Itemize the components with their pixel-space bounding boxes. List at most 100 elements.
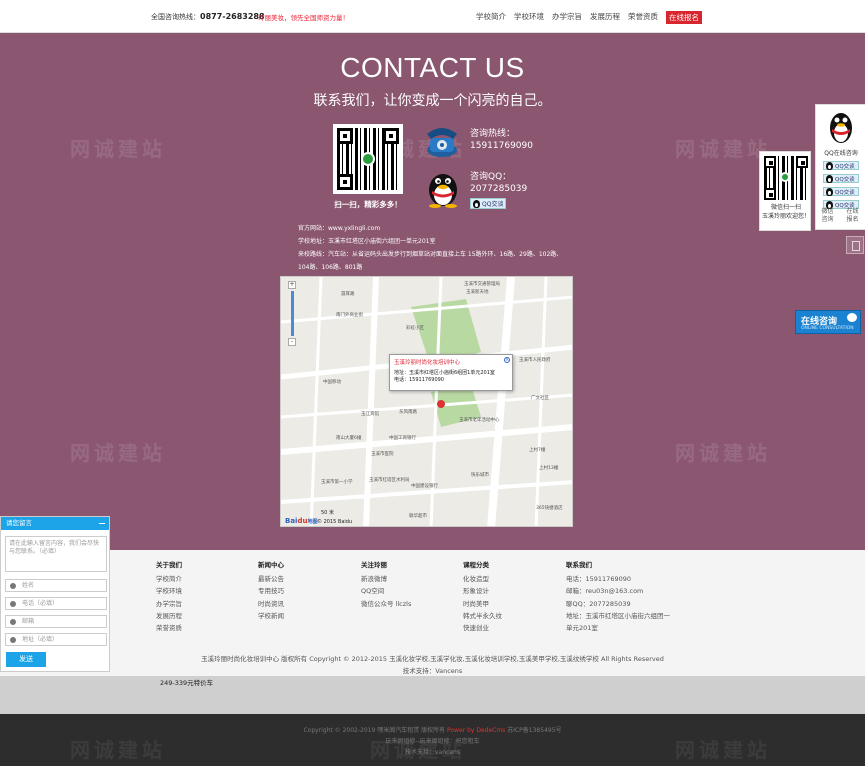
qq-chat-button[interactable]: QQ交谈: [823, 161, 859, 170]
contact-title: CONTACT US: [340, 52, 525, 83]
footer-link[interactable]: 学校新闻: [258, 610, 284, 622]
map-label: 玉溪市医院: [371, 452, 394, 457]
qq-chat-button[interactable]: QQ交谈: [823, 187, 859, 196]
logo-part: 地图: [307, 519, 318, 525]
zoom-in-button[interactable]: +: [288, 281, 296, 289]
footer-link[interactable]: 时尚美甲: [463, 598, 502, 610]
qq-icon: [826, 174, 833, 183]
bottom-text: 苏ICP备1385495号: [505, 727, 562, 734]
map-label: 玉溪新天地: [466, 290, 489, 295]
footer-col-courses: 课程分类 化妆造型 形象设计 时尚美甲 韩式半永久纹 快速创业: [463, 559, 502, 634]
qq-chat-label: QQ交谈: [835, 176, 855, 183]
footer-link[interactable]: 新浪微博: [361, 573, 411, 585]
footer-col-heading: 关于我们: [156, 561, 182, 569]
hotline-number: 0877-2683288: [200, 12, 265, 21]
wechat-consult-link[interactable]: 微信 咨询: [815, 205, 840, 231]
footer-link[interactable]: 发展历程: [156, 610, 182, 622]
contact-subtitle: 联系我们，让你变成一个闪亮的自己。: [313, 93, 552, 109]
bottom-bar: Copyright © 2002-2019 嘿米阁汽车租赁 版权所有 Power…: [0, 714, 865, 766]
message-form: 请您留言 请在此输入留言内容，我们会尽快与您联系。（必填） 姓名 电话（必填） …: [0, 516, 110, 672]
footer-link[interactable]: 时尚资讯: [258, 598, 284, 610]
map-label: 快乐城市: [471, 473, 489, 478]
footer-link[interactable]: 化妆造型: [463, 573, 502, 585]
telephone-icon: [427, 128, 457, 157]
qr-text-line: 微信扫一扫: [770, 204, 801, 211]
map-label: 玉溪市第一小学: [321, 480, 353, 485]
map-label: 玉溪市红塔区水利局: [369, 478, 410, 483]
footer-link[interactable]: 快速创业: [463, 622, 502, 634]
phone-input[interactable]: 电话（必填）: [5, 597, 107, 610]
footer-link[interactable]: 韩式半永久纹: [463, 610, 502, 622]
nav-school-purpose[interactable]: 办学宗旨: [552, 11, 582, 24]
map-label: 365快捷酒店: [536, 506, 563, 511]
footer-contact-item: 电话：15911769090: [566, 575, 631, 583]
footer-link[interactable]: 学校环境: [156, 585, 182, 597]
footer-link[interactable]: 最新公告: [258, 573, 284, 585]
message-form-title: 请您留言: [6, 519, 32, 527]
footer-link[interactable]: 办学宗旨: [156, 598, 182, 610]
qq-chat-button[interactable]: QQ交谈: [470, 198, 506, 209]
footer-col-about: 关于我们 学校简介 学校环境 办学宗旨 发展历程 荣誉资质: [156, 559, 182, 634]
footer-link[interactable]: 专用技巧: [258, 585, 284, 597]
map-label: 中国建设银行: [411, 484, 438, 489]
qq-sidebar-title: QQ在线咨询: [824, 150, 858, 157]
chat-bubble-icon: [847, 313, 857, 322]
popup-close-icon[interactable]: ×: [504, 357, 510, 363]
footer-link[interactable]: 荣誉资质: [156, 622, 182, 634]
zoom-slider[interactable]: [291, 291, 294, 336]
footer-link[interactable]: 学校简介: [156, 573, 182, 585]
nav-school-intro[interactable]: 学校简介: [476, 11, 506, 24]
phone-label: 咨询热线：: [470, 129, 516, 139]
baidu-map[interactable]: 玉溪市交通管理局 玉溪新天地 南门外商业街 聂耳路 玉溪市人民政府 中国移动 玉…: [280, 276, 573, 527]
address-input[interactable]: 地址（必填）: [5, 633, 107, 646]
nav-history[interactable]: 发展历程: [590, 11, 620, 24]
footer-col-heading: 课程分类: [463, 561, 489, 569]
nav-honors[interactable]: 荣誉资质: [628, 11, 658, 24]
footer-link[interactable]: QQ空间: [361, 585, 411, 597]
map-info-popup: 玉溪玲丽时尚化妆培训中心 地址：玉溪市红塔区小庙街6组团1单元201室 电话：1…: [389, 354, 513, 391]
send-button[interactable]: 发送: [6, 652, 46, 667]
back-to-top-icon[interactable]: [846, 236, 864, 254]
location-icon: [10, 637, 16, 643]
bottom-text: Copyright © 2002-2019 嘿米阁汽车租赁 版权所有: [303, 727, 448, 734]
bottom-line-2: 玩来阁组修--玩来阁组修：祝您租车: [385, 738, 480, 745]
map-label: 中国移动: [323, 380, 341, 385]
map-label: 联华超市: [409, 514, 427, 519]
qq-number: 2077285039: [470, 184, 528, 194]
hotline: 全国咨询热线：0877-2683288: [151, 12, 265, 22]
qq-chat-label: QQ交谈: [835, 189, 855, 196]
map-copyright: © 2015 Baidu: [317, 519, 353, 525]
map-label: 中国工商银行: [389, 436, 416, 441]
online-consultation-button[interactable]: 在线咨询 ONLINE CONSULTATION: [795, 310, 861, 334]
signup-button[interactable]: 在线报名: [666, 11, 702, 24]
map-label: 玉溪市交通管理局: [464, 282, 500, 287]
wechat-qr-code: [333, 124, 403, 194]
school-address: 学校地址：玉溪市红塔区小庙街六组团一单元201室: [298, 238, 436, 245]
footer-col-follow: 关注玲丽 新浪微博 QQ空间 微信公众号 llczls: [361, 559, 411, 610]
map-label: 广文社区: [531, 396, 549, 401]
field-placeholder: 电话（必填）: [22, 600, 59, 607]
footer-link[interactable]: 微信公众号 llczls: [361, 598, 411, 610]
footer-link[interactable]: 形象设计: [463, 585, 502, 597]
email-input[interactable]: 邮箱: [5, 615, 107, 628]
car-ad-text[interactable]: 249-339元特价车: [160, 677, 213, 687]
powered-by-link[interactable]: Power by DedeCms: [447, 727, 505, 734]
map-roads: [281, 277, 572, 526]
map-zoom-control: + -: [288, 281, 298, 356]
slogan: 玲丽美妆，领先全国师资力量！: [258, 14, 349, 22]
name-input[interactable]: 姓名: [5, 579, 107, 592]
minimize-icon[interactable]: [99, 523, 105, 524]
online-consult-subtitle: ONLINE CONSULTATION: [801, 326, 854, 331]
zoom-out-button[interactable]: -: [288, 338, 296, 346]
online-register-link[interactable]: 在线 报名: [840, 205, 865, 231]
popup-address: 地址：玉溪市红塔区小庙街6组团1单元201室: [394, 370, 495, 376]
nav-school-environment[interactable]: 学校环境: [514, 11, 544, 24]
qq-chat-label: QQ交谈: [482, 201, 504, 208]
footer-tech-support: 技术支持：Vancens: [402, 667, 463, 675]
qq-chat-button[interactable]: QQ交谈: [823, 174, 859, 183]
message-content-input[interactable]: 请在此输入留言内容，我们会尽快与您联系。（必填）: [5, 536, 107, 572]
floating-qr-panel: 微信扫一扫 玉溪玲丽欢迎您！: [759, 151, 811, 231]
qr-caption: 扫一扫，精彩多多！: [334, 200, 402, 209]
route-line-1: 来校路线：汽车站：从省运码头出发步行到烟草站对面直接上车 15路外环、16路、2…: [298, 251, 563, 258]
message-form-header: 请您留言: [1, 517, 109, 530]
